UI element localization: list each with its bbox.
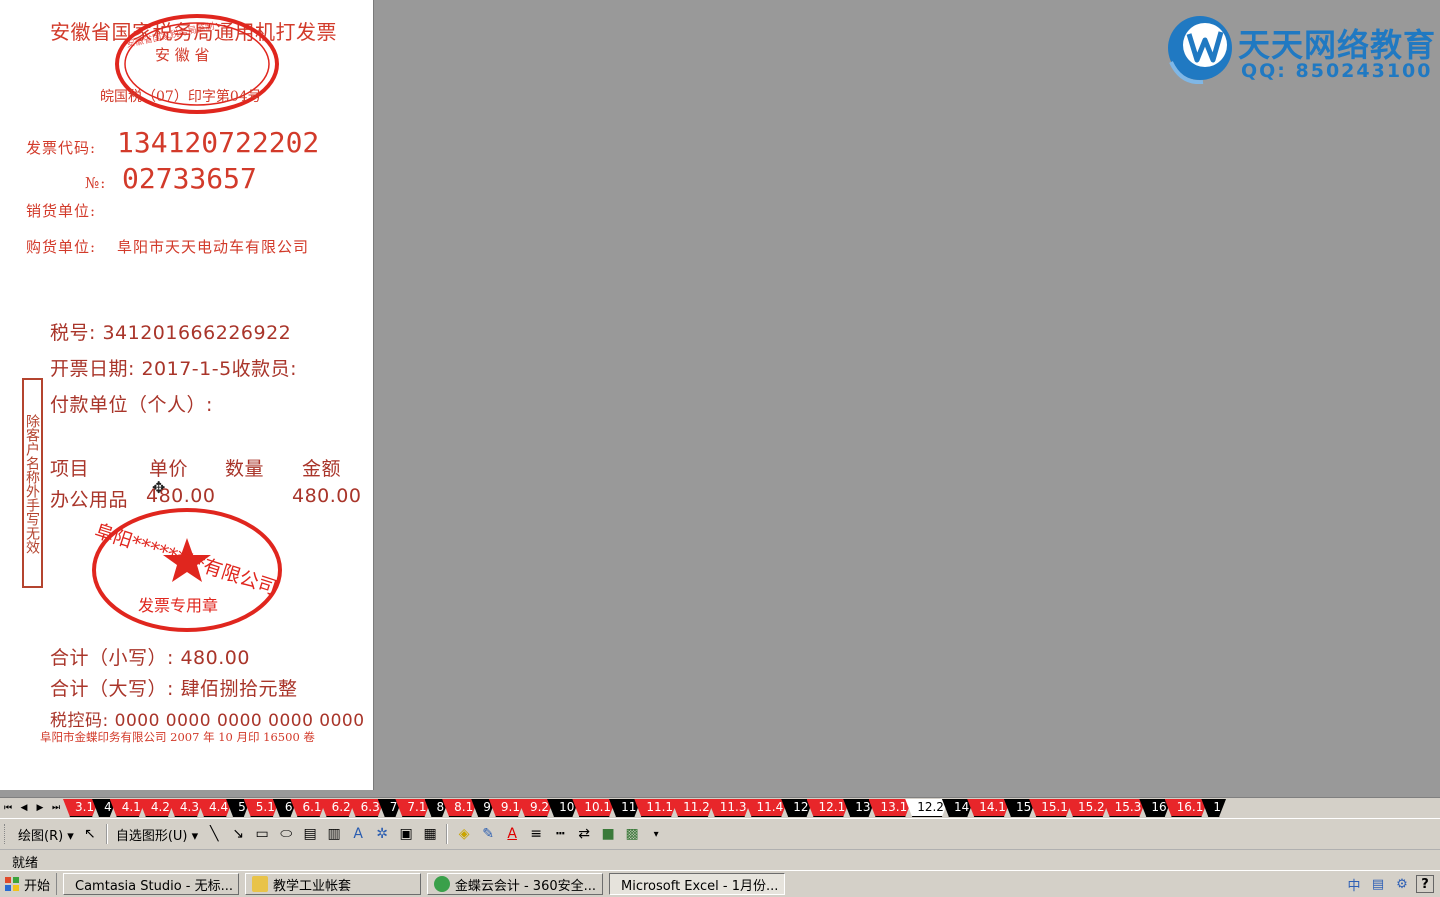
help-icon[interactable]: ?: [1416, 875, 1434, 893]
sheet-tab[interactable]: 11.3: [708, 799, 752, 817]
tax-control-code: 税控码: 0000 0000 0000 0000 0000: [50, 711, 365, 731]
clipart-icon[interactable]: ▣: [396, 824, 416, 844]
printer-line: 阜阳市金蝶印务有限公司 2007 年 10 月印 16500 卷: [40, 730, 315, 744]
sheet-tab[interactable]: 10.1: [572, 799, 616, 817]
sheet-tab[interactable]: 16.1: [1165, 799, 1209, 817]
system-tray: 中 ▤ ⚙ ?: [1342, 873, 1440, 895]
move-cursor-icon: ✥: [152, 478, 166, 497]
task-label: 教学工业帐套: [273, 878, 352, 894]
vertical-textbox-icon[interactable]: ▥: [324, 824, 344, 844]
font-color-icon[interactable]: A: [502, 824, 522, 844]
shadow-style-icon[interactable]: ■: [598, 824, 618, 844]
windows-logo-icon: [5, 877, 19, 891]
sheet-tab[interactable]: 12.1: [807, 799, 851, 817]
toolbar-grip[interactable]: [4, 824, 8, 844]
total-lower: 合计（小写）: 480.00: [50, 647, 250, 669]
textbox-tool-icon[interactable]: ▤: [300, 824, 320, 844]
item-amount: 480.00: [292, 485, 362, 507]
status-text: 就绪: [12, 856, 39, 871]
sheet-tab[interactable]: 14.1: [967, 799, 1011, 817]
issue-date: 开票日期: 2017-1-5收款员:: [50, 358, 298, 380]
start-label: 开始: [24, 878, 51, 894]
sheet-tab[interactable]: 13.1: [869, 799, 913, 817]
diagram-icon[interactable]: ✲: [372, 824, 392, 844]
drawing-toolbar: 绘图(R) ▾ ↖ 自选图形(U) ▾ ╲ ↘ ▭ ⬭ ▤ ▥ A ✲ ▣ ▦ …: [0, 818, 1440, 849]
line-style-icon[interactable]: ≡: [526, 824, 546, 844]
header-price: 单价: [149, 458, 189, 480]
task-label: Camtasia Studio - 无标...: [75, 878, 234, 894]
first-sheet-button[interactable]: ⏮: [0, 798, 16, 818]
sheet-tabs: 3.1 4 4.1 4.2 4.3 4.4 5 5.1 6 6.1 6.2 6.3 7 7.1 8 8.1 9 9…: [70, 798, 1226, 818]
picture-icon[interactable]: ▦: [420, 824, 440, 844]
task-excel[interactable]: Microsoft Excel - 1月份...: [609, 873, 786, 895]
sheet-tab[interactable]: 11.1: [634, 799, 678, 817]
sheet-tab[interactable]: 12.2: [905, 799, 949, 817]
task-browser[interactable]: 金蝶云会计 - 360安全...: [427, 873, 604, 895]
rectangle-tool-icon[interactable]: ▭: [252, 824, 272, 844]
task-label: Microsoft Excel - 1月份...: [621, 878, 779, 894]
toolbar-separator: [446, 824, 449, 844]
last-sheet-button[interactable]: ⏭: [48, 798, 64, 818]
sheet-tab[interactable]: 11.4: [745, 799, 789, 817]
header-amount: 金额: [302, 458, 342, 480]
invoice-no-value: 02733657: [122, 162, 257, 195]
payer: 付款单位（个人）:: [50, 394, 213, 416]
line-tool-icon[interactable]: ╲: [204, 824, 224, 844]
tax-id: 税号: 341201666226922: [50, 322, 292, 344]
handwritten-note-box: 除客户名称外手写无效: [22, 378, 43, 588]
header-qty: 数量: [225, 458, 265, 480]
seller-label: 销货单位:: [26, 202, 97, 220]
next-sheet-button[interactable]: ▶: [32, 798, 48, 818]
sheet-tab-strip: ⏮ ◀ ▶ ⏭ 3.1 4 4.1 4.2 4.3 4.4 5 5.1 6 6.1 6.2 6.3 7 7…: [0, 797, 1440, 818]
sheet-tab[interactable]: 1: [1201, 799, 1226, 817]
invoice-code-label: 发票代码:: [26, 139, 97, 157]
browser-icon: [434, 876, 450, 892]
oval-tool-icon[interactable]: ⬭: [276, 824, 296, 844]
task-folder[interactable]: 教学工业帐套: [245, 873, 422, 895]
sheet-tab[interactable]: 15.3: [1103, 799, 1147, 817]
autoshapes-menu-button[interactable]: 自选图形(U) ▾: [112, 822, 202, 846]
toolbar-options-icon[interactable]: ▾: [646, 824, 666, 844]
arrow-style-icon[interactable]: ⇄: [574, 824, 594, 844]
logo-qq: QQ: 850243100: [1241, 60, 1433, 82]
sheet-tab[interactable]: 15.2: [1066, 799, 1110, 817]
invoice-no-label: №:: [85, 174, 107, 192]
line-color-icon[interactable]: ✎: [478, 824, 498, 844]
input-method-icon[interactable]: 中: [1344, 875, 1364, 894]
sheet-tab[interactable]: 15.1: [1029, 799, 1073, 817]
invoice-sheet: 安徽省国家税务局通用机打发票 安 徽 省 安徽省国家税务局监制 皖国税（07）印…: [0, 0, 374, 790]
header-item: 项目: [50, 458, 90, 480]
windows-taskbar: 开始 Camtasia Studio - 无标... 教学工业帐套 金蝶云会计 …: [0, 870, 1440, 897]
sheet-tab[interactable]: 11.2: [671, 799, 715, 817]
tiantian-logo-icon: [1168, 16, 1232, 84]
arrow-tool-icon[interactable]: ↘: [228, 824, 248, 844]
buyer-name: 阜阳市天天电动车有限公司: [117, 238, 310, 256]
3d-style-icon[interactable]: ▩: [622, 824, 642, 844]
start-button[interactable]: 开始: [0, 873, 58, 895]
fill-color-icon[interactable]: ◈: [454, 824, 474, 844]
total-upper: 合计（大写）: 肆佰捌拾元整: [50, 678, 298, 700]
tray-app-icon[interactable]: ▤: [1368, 875, 1388, 893]
wordart-icon[interactable]: A: [348, 824, 368, 844]
seal-province: 安 徽 省: [155, 46, 210, 64]
tray-settings-icon[interactable]: ⚙: [1392, 875, 1412, 893]
folder-icon: [252, 876, 269, 892]
select-pointer-icon[interactable]: ↖: [80, 824, 100, 844]
dash-style-icon[interactable]: ┅: [550, 824, 570, 844]
task-label: 金蝶云会计 - 360安全...: [454, 878, 597, 894]
toolbar-separator: [105, 824, 108, 844]
task-camtasia[interactable]: Camtasia Studio - 无标...: [63, 873, 240, 895]
draw-menu-button[interactable]: 绘图(R) ▾: [14, 822, 78, 846]
stamp-label: 发票专用章: [138, 596, 219, 615]
buyer-label: 购货单位:: [26, 238, 97, 256]
prev-sheet-button[interactable]: ◀: [16, 798, 32, 818]
invoice-code-value: 134120722202: [117, 126, 320, 159]
permit-number: 皖国税（07）印字第04号: [100, 89, 262, 105]
status-bar: 就绪: [0, 849, 1440, 871]
